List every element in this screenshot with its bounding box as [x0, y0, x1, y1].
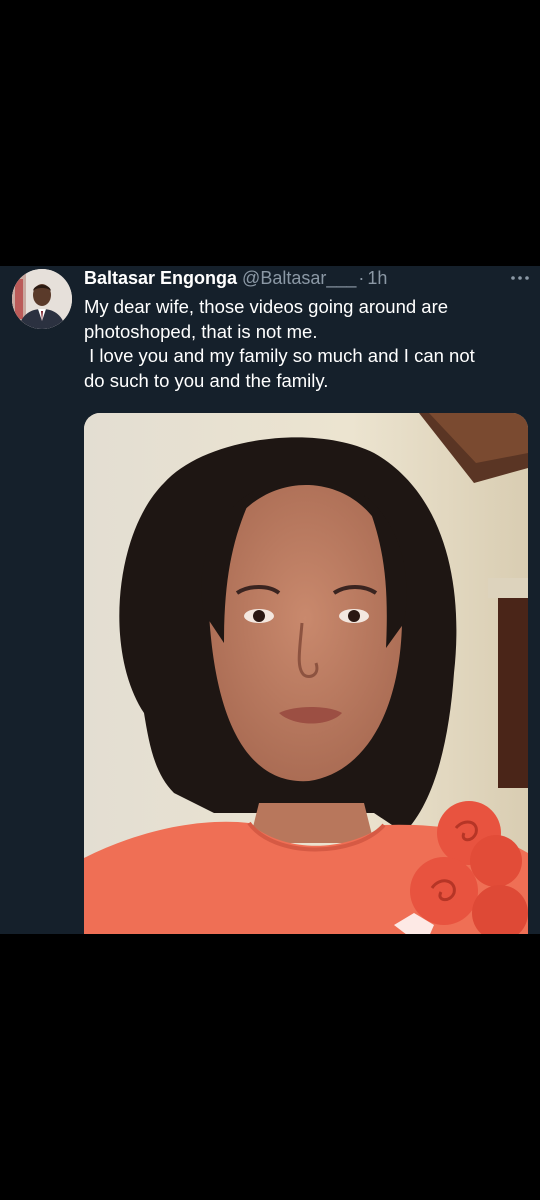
tweet-text-line: do such to you and the family. — [84, 369, 329, 391]
more-icon[interactable] — [510, 272, 530, 284]
tweet-text-line: My dear wife, those videos going around … — [84, 296, 449, 317]
tweet-text: My dear wife, those videos going around … — [84, 295, 530, 393]
author-name[interactable]: Baltasar Engonga — [84, 266, 237, 290]
avatar-image — [12, 269, 72, 329]
tweet-body: Baltasar Engonga @Baltasar___ · 1h My de… — [84, 266, 530, 393]
tweet-timestamp[interactable]: 1h — [367, 266, 387, 290]
tweet-media-photo[interactable] — [84, 413, 528, 934]
author-avatar[interactable] — [12, 269, 72, 329]
bottom-blank-area — [0, 934, 540, 1200]
photo-image — [84, 413, 528, 934]
tweet-text-line: I love you and my family so much and I c… — [84, 345, 475, 366]
tweet-card: Baltasar Engonga @Baltasar___ · 1h My de… — [0, 266, 540, 934]
header-separator: · — [358, 268, 365, 288]
author-handle[interactable]: @Baltasar___ — [242, 266, 356, 290]
tweet-text-line: photoshoped, that is not me. — [84, 320, 318, 342]
tweet-header: Baltasar Engonga @Baltasar___ · 1h — [84, 266, 530, 290]
